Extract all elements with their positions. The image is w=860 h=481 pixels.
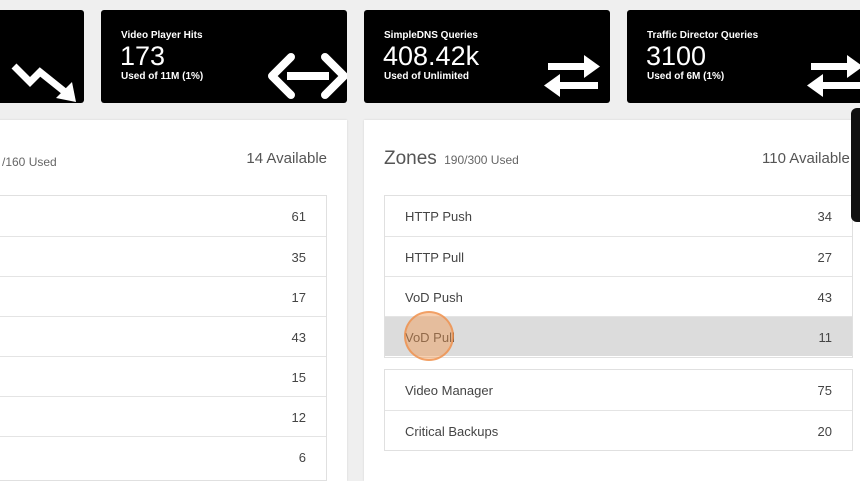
zone-item-critical-backups[interactable]: Critical Backups 20 xyxy=(385,410,852,450)
zone-item-http-push[interactable]: HTTP Push 34 xyxy=(385,196,852,236)
side-drawer-tab[interactable] xyxy=(851,108,860,222)
item-count: 35 xyxy=(291,250,306,265)
panel-title: Zones 190/300 Used xyxy=(384,148,519,170)
list-item[interactable]: 35 xyxy=(0,236,326,276)
zones-title: Zones xyxy=(384,148,437,169)
zone-item-vod-push[interactable]: VoD Push 43 xyxy=(385,276,852,316)
click-indicator xyxy=(404,311,454,361)
item-count: 20 xyxy=(817,424,832,439)
left-resource-panel: /160 Used 14 Available 61 35 17 43 15 12… xyxy=(0,120,347,481)
stat-usage: Used of 11M (1%) xyxy=(121,71,204,82)
item-name: VoD Push xyxy=(405,290,463,305)
item-count: 34 xyxy=(817,209,832,224)
zones-list-secondary: Video Manager 75 Critical Backups 20 xyxy=(384,369,853,451)
panel-title: /160 Used xyxy=(0,150,57,172)
item-count: 17 xyxy=(291,290,306,305)
stat-card-video-player-hits[interactable]: Video Player Hits 173 Used of 11M (1%) xyxy=(101,10,347,103)
stat-card-simpledns-queries[interactable]: SimpleDNS Queries 408.42k Used of Unlimi… xyxy=(364,10,610,103)
stat-value: 408.42k xyxy=(383,41,480,71)
item-count: 43 xyxy=(817,290,832,305)
swap-arrows-icon xyxy=(807,55,860,97)
item-name: HTTP Push xyxy=(405,209,472,224)
item-count: 27 xyxy=(817,250,832,265)
stat-value: 3100 xyxy=(646,41,707,71)
stat-usage: Used of Unlimited xyxy=(384,71,470,82)
list-item[interactable]: 6 xyxy=(0,436,326,476)
zones-list-primary: HTTP Push 34 HTTP Pull 27 VoD Push 43 VoD P… xyxy=(384,195,853,358)
list-item[interactable]: 17 xyxy=(0,276,326,316)
panel-available: 110 Available xyxy=(762,150,850,167)
list-item[interactable]: 12 xyxy=(0,396,326,436)
list-item[interactable]: 15 xyxy=(0,356,326,396)
stat-card-partial[interactable] xyxy=(0,10,84,103)
double-arrow-horizontal-icon xyxy=(268,53,347,99)
zone-item-video-manager[interactable]: Video Manager 75 xyxy=(385,370,852,410)
trend-down-icon xyxy=(11,63,76,102)
zone-item-http-pull[interactable]: HTTP Pull 27 xyxy=(385,236,852,276)
stat-card-traffic-director-queries[interactable]: Traffic Director Queries 3100 Used of 6M… xyxy=(627,10,860,103)
item-count: 43 xyxy=(291,330,306,345)
item-name: Video Manager xyxy=(405,383,493,398)
panel-usage: 190/300 Used xyxy=(444,153,519,167)
item-count: 11 xyxy=(818,330,833,345)
zones-panel: Zones 190/300 Used 110 Available HTTP Pu… xyxy=(364,120,860,481)
list-item[interactable]: 43 xyxy=(0,316,326,356)
panel-usage: /160 Used xyxy=(2,155,57,169)
stat-label: Video Player Hits xyxy=(121,30,203,41)
item-count: 12 xyxy=(291,410,306,425)
item-name: HTTP Pull xyxy=(405,250,464,265)
stat-value: 173 xyxy=(120,41,166,71)
stat-label: SimpleDNS Queries xyxy=(384,30,478,41)
left-list: 61 35 17 43 15 12 6 xyxy=(0,195,327,481)
item-name: Critical Backups xyxy=(405,424,499,439)
panel-available: 14 Available xyxy=(246,150,327,167)
item-count: 6 xyxy=(298,450,306,465)
list-item[interactable]: 61 xyxy=(0,196,326,236)
stat-usage: Used of 6M (1%) xyxy=(647,71,725,82)
item-count: 61 xyxy=(291,209,306,224)
item-count: 15 xyxy=(291,370,306,385)
stat-label: Traffic Director Queries xyxy=(647,30,759,41)
zone-item-vod-pull[interactable]: VoD Pull 11 xyxy=(385,316,852,356)
swap-arrows-icon xyxy=(544,55,600,97)
item-count: 75 xyxy=(817,383,832,398)
